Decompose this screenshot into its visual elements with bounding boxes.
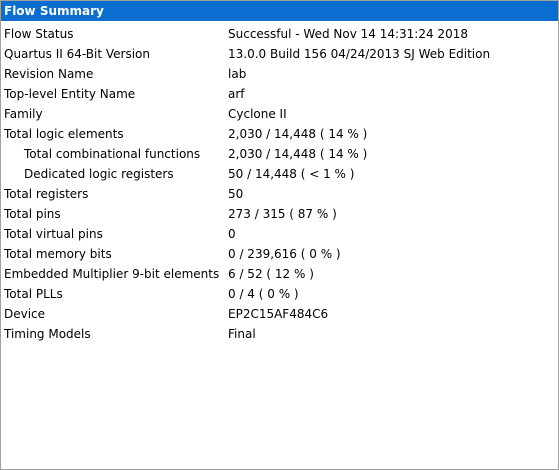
- row-value: 50: [228, 187, 244, 201]
- table-row[interactable]: Top-level Entity Name arf: [1, 85, 558, 105]
- row-value: 0 / 239,616 ( 0 % ): [228, 247, 341, 261]
- table-row[interactable]: Total PLLs 0 / 4 ( 0 % ): [1, 285, 558, 305]
- row-label: Quartus II 64-Bit Version: [4, 47, 150, 61]
- table-row[interactable]: Revision Name lab: [1, 65, 558, 85]
- row-label: Total registers: [4, 187, 89, 201]
- row-label: Embedded Multiplier 9-bit elements: [4, 267, 220, 281]
- table-row[interactable]: Total virtual pins 0: [1, 225, 558, 245]
- row-value: Successful - Wed Nov 14 14:31:24 2018: [228, 27, 468, 41]
- row-value: 0: [228, 227, 236, 241]
- table-row[interactable]: Total registers 50: [1, 185, 558, 205]
- row-value: Cyclone II: [228, 107, 287, 121]
- row-label: Total virtual pins: [4, 227, 103, 241]
- table-row[interactable]: Device EP2C15AF484C6: [1, 305, 558, 325]
- row-label: Timing Models: [4, 327, 91, 341]
- row-value: 273 / 315 ( 87 % ): [228, 207, 337, 221]
- table-row[interactable]: Total logic elements 2,030 / 14,448 ( 14 …: [1, 125, 558, 145]
- row-value: 13.0.0 Build 156 04/24/2013 SJ Web Editi…: [228, 47, 491, 61]
- row-label: Revision Name: [4, 67, 94, 81]
- row-value: 6 / 52 ( 12 % ): [228, 267, 314, 281]
- row-label: Family: [4, 107, 43, 121]
- summary-table: Flow Status Successful - Wed Nov 14 14:31…: [1, 21, 558, 345]
- table-row[interactable]: Dedicated logic registers 50 / 14,448 ( <…: [1, 165, 558, 185]
- row-value: 0 / 4 ( 0 % ): [228, 287, 299, 301]
- row-value: 2,030 / 14,448 ( 14 % ): [228, 147, 368, 161]
- row-label: Top-level Entity Name: [4, 87, 136, 101]
- table-row[interactable]: Total pins 273 / 315 ( 87 % ): [1, 205, 558, 225]
- row-value: lab: [228, 67, 247, 81]
- row-label: Total combinational functions: [24, 147, 201, 161]
- table-row[interactable]: Total memory bits 0 / 239,616 ( 0 % ): [1, 245, 558, 265]
- row-value: 50 / 14,448 ( < 1 % ): [228, 167, 355, 181]
- row-label: Device: [4, 307, 46, 321]
- table-row[interactable]: Quartus II 64-Bit Version 13.0.0 Build 15…: [1, 45, 558, 65]
- row-label: Total pins: [4, 207, 61, 221]
- table-row[interactable]: Total combinational functions 2,030 / 14,…: [1, 145, 558, 165]
- row-value: EP2C15AF484C6: [228, 307, 329, 321]
- panel-title: Flow Summary: [1, 1, 558, 21]
- flow-summary-panel: Flow Summary Flow Status Successful - Wed…: [0, 0, 559, 470]
- row-label: Flow Status: [4, 27, 74, 41]
- row-label: Total memory bits: [4, 247, 112, 261]
- row-label: Total logic elements: [4, 127, 124, 141]
- row-value: 2,030 / 14,448 ( 14 % ): [228, 127, 368, 141]
- row-value: arf: [228, 87, 245, 101]
- table-row[interactable]: Flow Status Successful - Wed Nov 14 14:31…: [1, 25, 558, 45]
- row-value: Final: [228, 327, 256, 341]
- row-label: Dedicated logic registers: [24, 167, 174, 181]
- table-row[interactable]: Family Cyclone II: [1, 105, 558, 125]
- table-row[interactable]: Timing Models Final: [1, 325, 558, 345]
- table-row[interactable]: Embedded Multiplier 9-bit elements 6 / 52…: [1, 265, 558, 285]
- row-label: Total PLLs: [4, 287, 63, 301]
